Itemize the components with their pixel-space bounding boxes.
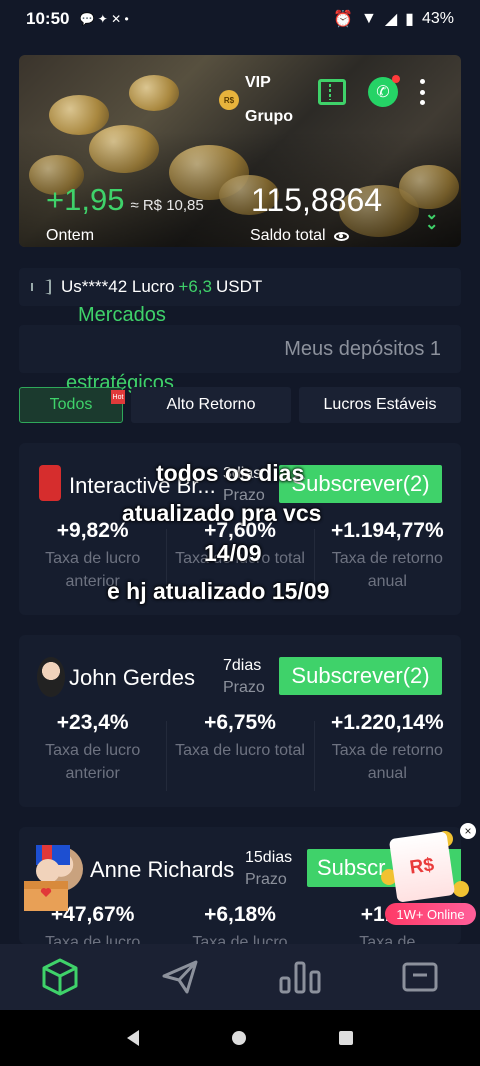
avatar bbox=[37, 657, 65, 697]
battery-percent: 43% bbox=[421, 10, 454, 27]
filter-tabs: Todos Alto Retorno Lucros Estáveis bbox=[19, 387, 461, 425]
online-promo-widget[interactable]: R$ 1W+ Online bbox=[377, 825, 477, 927]
tab-high-return[interactable]: Alto Retorno bbox=[131, 387, 291, 423]
double-chevron-down-icon[interactable]: ⌄ ⌄ bbox=[425, 207, 438, 233]
stat-value: +6,18% bbox=[204, 903, 276, 926]
hot-badge: Hot bbox=[111, 390, 125, 404]
strategy-card[interactable]: John Gerdes 7dias Prazo Subscrever(2) +2… bbox=[19, 635, 461, 807]
balance-label-row: Saldo total bbox=[250, 227, 349, 245]
stat-value: +1.194,77% bbox=[330, 519, 444, 542]
yesterday-profit: +1,95 ≈ R$ 10,85 bbox=[46, 182, 204, 218]
ticker-currency: USDT bbox=[215, 277, 263, 296]
stat-label: Taxa de retorno anual bbox=[331, 550, 443, 590]
system-navigation bbox=[0, 1010, 480, 1066]
stat-value: +23,4% bbox=[56, 711, 129, 734]
nav-wallet-icon[interactable] bbox=[390, 947, 450, 1007]
stat-label: Taxa de bbox=[359, 934, 416, 944]
profit-converted: ≈ R$ 10,85 bbox=[130, 197, 204, 214]
tab-stable-profits[interactable]: Lucros Estáveis bbox=[299, 387, 461, 423]
vip-group-button[interactable]: R$ VIP Grupo bbox=[219, 66, 305, 134]
stat-label: Taxa de lucro bbox=[192, 934, 288, 944]
caption-line: todos os dias bbox=[156, 460, 305, 486]
eye-icon[interactable] bbox=[333, 231, 349, 241]
status-time: 10:50 bbox=[26, 9, 70, 28]
caption-line: 14/09 bbox=[204, 540, 262, 566]
bottom-navigation bbox=[0, 944, 480, 1010]
stat-value: +6,75% bbox=[204, 711, 276, 734]
strategy-name: John Gerdes bbox=[69, 665, 195, 690]
stat-label: Taxa de lucro anterior bbox=[45, 742, 141, 782]
vip-label: VIP bbox=[245, 74, 271, 91]
gift-icon[interactable] bbox=[22, 843, 72, 913]
signal-icon: ◢ bbox=[384, 11, 398, 28]
ticker-user: Us****42 Lucro bbox=[61, 277, 175, 296]
stat-label: Taxa de lucro total bbox=[175, 742, 305, 759]
profit-ticker: Us****42 Lucro +6,3 USDT bbox=[19, 268, 461, 306]
group-label: Grupo bbox=[245, 108, 293, 125]
nav-bar-chart-icon[interactable] bbox=[270, 947, 330, 1007]
strategy-term-label: Prazo bbox=[223, 679, 265, 696]
strategy-name: Anne Richards bbox=[90, 857, 235, 882]
ticker-amount: +6,3 bbox=[178, 277, 212, 296]
balance-label: Saldo total bbox=[250, 227, 326, 244]
recents-icon[interactable] bbox=[339, 1031, 354, 1045]
balance-value: 115,8864 bbox=[251, 182, 383, 218]
notification-dot bbox=[392, 75, 400, 83]
stat-label: Taxa de lucro bbox=[45, 934, 141, 944]
battery-icon: ▮ bbox=[405, 11, 414, 28]
online-count-pill: 1W+ Online bbox=[385, 903, 476, 925]
promo-badge: R$ bbox=[388, 831, 456, 903]
notification-icons: 💬 ✦ ✕ • bbox=[79, 12, 129, 26]
stat-label: Taxa de retorno anual bbox=[331, 742, 443, 782]
nav-send-icon[interactable] bbox=[150, 947, 210, 1007]
nav-cube-icon[interactable] bbox=[30, 947, 90, 1007]
back-icon[interactable] bbox=[126, 1030, 139, 1046]
home-icon[interactable] bbox=[231, 1031, 246, 1045]
stat-value: +1.220,14% bbox=[330, 711, 444, 734]
strategy-days: 7dias bbox=[223, 657, 262, 674]
my-deposits-button[interactable]: Meus depósitos 1 bbox=[19, 325, 461, 373]
overlay-text-markets: Mercados bbox=[78, 304, 166, 326]
status-bar: 10:50 💬 ✦ ✕ • ⏰ ▼ ◢ ▮ 43% bbox=[0, 0, 480, 38]
subscribe-button[interactable]: Subscrever(2) bbox=[279, 657, 442, 695]
tab-all[interactable]: Todos bbox=[19, 387, 123, 423]
strategy-term-label: Prazo bbox=[245, 871, 287, 888]
profit-value: +1,95 bbox=[46, 182, 125, 217]
ticket-icon[interactable] bbox=[318, 79, 346, 105]
speaker-icon bbox=[31, 279, 51, 295]
strategy-days: 15dias bbox=[245, 849, 293, 866]
whatsapp-icon[interactable]: ✆ bbox=[368, 75, 400, 107]
broker-logo-icon bbox=[39, 465, 61, 501]
profit-label: Ontem bbox=[46, 227, 95, 244]
more-menu-icon[interactable] bbox=[420, 79, 426, 105]
caption-line: atualizado pra vcs bbox=[122, 500, 322, 526]
wifi-icon: ▼ bbox=[361, 10, 377, 27]
vip-badge: R$ bbox=[219, 90, 239, 110]
close-icon[interactable]: × bbox=[460, 823, 476, 839]
caption-line: e hj atualizado 15/09 bbox=[107, 578, 330, 604]
alarm-icon: ⏰ bbox=[333, 11, 353, 28]
